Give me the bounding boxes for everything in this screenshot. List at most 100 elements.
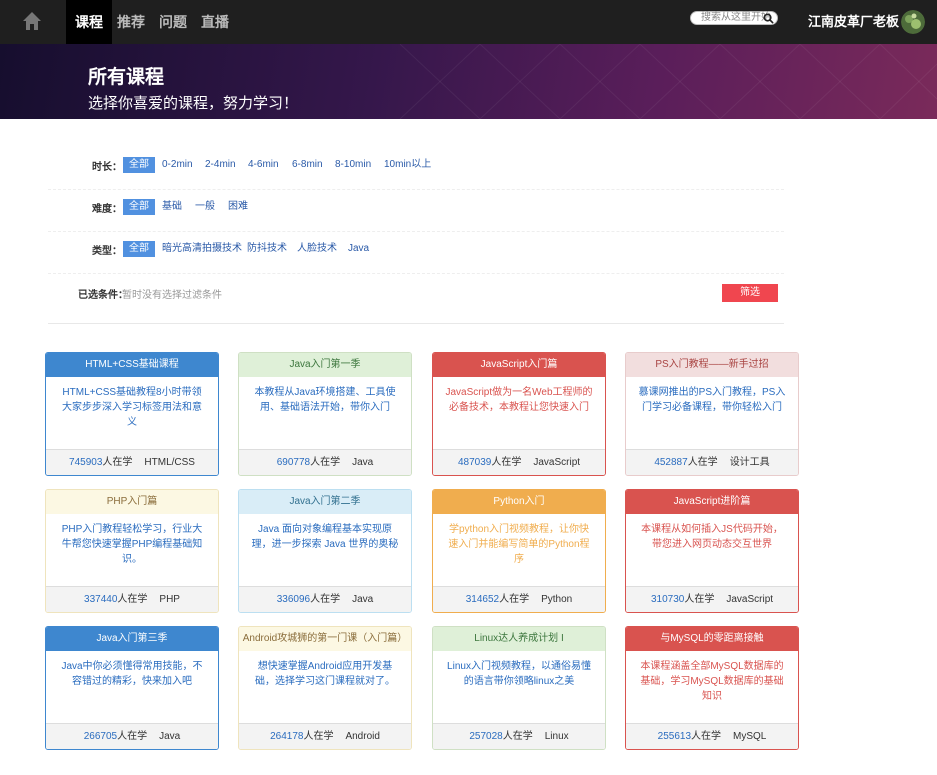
course-tag[interactable]: 设计工具 xyxy=(730,457,770,468)
course-footer: 266705人在学 Java xyxy=(46,723,218,749)
filter-option[interactable]: 人脸技术 xyxy=(293,241,341,257)
filter-option[interactable]: 全部 xyxy=(123,157,155,173)
course-description: 学python入门视频教程，让你快速入门并能编写简单的Python程序 xyxy=(448,524,590,565)
course-tag[interactable]: PHP xyxy=(159,594,180,605)
course-card[interactable]: Python入门学python入门视频教程，让你快速入门并能编写简单的Pytho… xyxy=(432,489,606,613)
home-icon[interactable] xyxy=(22,10,42,32)
course-description: Java 面向对象编程基本实现原理，进一步探索 Java 世界的奥秘 xyxy=(251,524,399,550)
filter-option[interactable]: 困难 xyxy=(224,199,252,215)
course-title[interactable]: Android攻城狮的第一门课（入门篇） xyxy=(239,627,411,651)
selected-conditions-value: 暂时没有选择过滤条件 xyxy=(122,290,222,301)
search-input[interactable]: 搜索从这里开始 xyxy=(690,11,778,25)
course-description: Linux入门视频教程，以通俗易懂的语言带你领略linux之美 xyxy=(447,661,591,687)
course-card[interactable]: Linux达人养成计划 I Linux入门视频教程，以通俗易懂的语言带你领略lin… xyxy=(432,626,606,750)
nav-questions[interactable]: 问题 xyxy=(159,0,187,44)
search-icon[interactable] xyxy=(763,13,774,24)
filter-option[interactable]: Java xyxy=(344,241,373,257)
course-title[interactable]: PS入门教程——新手过招 xyxy=(626,353,798,377)
course-tag[interactable]: HTML/CSS xyxy=(144,457,195,468)
course-count: 690778 xyxy=(276,457,311,468)
course-count-unit: 人在学 xyxy=(102,457,133,468)
course-tag[interactable]: JavaScript xyxy=(726,594,773,605)
course-count: 255613 xyxy=(657,731,692,742)
filter-option[interactable]: 10min以上 xyxy=(380,157,435,173)
course-tag[interactable]: Java xyxy=(159,731,180,742)
page-subtitle: 选择你喜爱的课程，努力学习！ xyxy=(88,95,299,112)
filter-option[interactable]: 防抖技术 xyxy=(243,241,291,257)
course-count-unit: 人在学 xyxy=(691,731,722,742)
filter-duration: 时长： 全部 0-2min 2-4min 4-6min 6-8min 8-10m… xyxy=(48,148,784,190)
filter-option[interactable]: 一般 xyxy=(191,199,219,215)
course-title[interactable]: Java入门第三季 xyxy=(46,627,218,651)
course-footer: 255613人在学 MySQL xyxy=(626,723,798,749)
course-tag[interactable]: Python xyxy=(541,594,572,605)
course-footer: 310730人在学 JavaScript xyxy=(626,586,798,612)
course-card[interactable]: Android攻城狮的第一门课（入门篇） 想快速掌握Android应用开发基础，选… xyxy=(238,626,412,750)
course-title[interactable]: Python入门 xyxy=(433,490,605,514)
course-title[interactable]: Java入门第一季 xyxy=(239,353,411,377)
course-count: 314652 xyxy=(465,594,500,605)
course-count-unit: 人在学 xyxy=(684,594,715,605)
top-nav: 课程 推荐 问题 直播 搜索从这里开始 江南皮革厂老板 xyxy=(0,0,937,44)
nav-recommend[interactable]: 推荐 xyxy=(117,0,145,44)
filter-option[interactable]: 全部 xyxy=(123,199,155,215)
course-count: 310730 xyxy=(650,594,685,605)
course-card[interactable]: JavaScript进阶篇 本课程从如何插入JS代码开始，带您进入网页动态交互世界… xyxy=(625,489,799,613)
course-card[interactable]: Java入门第三季 Java中你必须懂得常用技能，不容错过的精彩，快来加入吧 266… xyxy=(45,626,219,750)
course-card[interactable]: PS入门教程——新手过招 慕课网推出的PS入门教程，PS入门学习必备课程，带你轻松… xyxy=(625,352,799,476)
course-card[interactable]: HTML+CSS基础课程 HTML+CSS基础教程8小时带领大家步步深入学习标签用… xyxy=(45,352,219,476)
course-tag[interactable]: Java xyxy=(352,594,373,605)
filter-option[interactable]: 4-6min xyxy=(244,157,283,173)
course-footer: 264178人在学 Android xyxy=(239,723,411,749)
filter-button[interactable]: 筛选 xyxy=(722,284,778,302)
filter-duration-label: 时长： xyxy=(92,162,122,173)
course-tag[interactable]: JavaScript xyxy=(533,457,580,468)
course-count-unit: 人在学 xyxy=(310,594,341,605)
filter-option[interactable]: 全部 xyxy=(123,241,155,257)
course-title[interactable]: JavaScript入门篇 xyxy=(433,353,605,377)
course-tag[interactable]: Android xyxy=(345,731,379,742)
avatar[interactable] xyxy=(901,10,925,34)
course-card[interactable]: JavaScript入门篇 JavaScript做为一名Web工程师的必备技术，本… xyxy=(432,352,606,476)
course-count-unit: 人在学 xyxy=(303,731,334,742)
nav-courses[interactable]: 课程 xyxy=(66,0,112,44)
course-tag[interactable]: MySQL xyxy=(733,731,766,742)
filter-type: 类型： 全部 暗光高清拍摄技术 防抖技术 人脸技术 Java xyxy=(48,232,784,274)
filter-option[interactable]: 暗光高清拍摄技术 xyxy=(158,241,246,257)
page-title: 所有课程 xyxy=(88,67,165,88)
course-title[interactable]: 与MySQL的零距离接触 xyxy=(626,627,798,651)
course-description: HTML+CSS基础教程8小时带领大家步步深入学习标签用法和意义 xyxy=(62,387,202,428)
username[interactable]: 江南皮革厂老板 xyxy=(808,0,899,44)
filter-option[interactable]: 8-10min xyxy=(331,157,375,173)
course-tag[interactable]: Linux xyxy=(545,731,569,742)
nav-live[interactable]: 直播 xyxy=(201,0,229,44)
filter-difficulty: 难度： 全部 基础 一般 困难 xyxy=(48,190,784,232)
filter-option[interactable]: 2-4min xyxy=(201,157,240,173)
course-card[interactable]: Java入门第二季 Java 面向对象编程基本实现原理，进一步探索 Java 世界… xyxy=(238,489,412,613)
course-title[interactable]: HTML+CSS基础课程 xyxy=(46,353,218,377)
course-count-unit: 人在学 xyxy=(310,457,341,468)
course-title[interactable]: Linux达人养成计划 I xyxy=(433,627,605,651)
course-title[interactable]: Java入门第二季 xyxy=(239,490,411,514)
course-card[interactable]: 与MySQL的零距离接触 本课程涵盖全部MySQL数据库的基础，学习MySQL数据… xyxy=(625,626,799,750)
course-count-unit: 人在学 xyxy=(491,457,522,468)
filter-difficulty-label: 难度： xyxy=(92,204,122,215)
course-count: 745903 xyxy=(69,457,103,468)
course-footer: 745903人在学 HTML/CSS xyxy=(46,449,218,475)
course-footer: 487039人在学 JavaScript xyxy=(433,449,605,475)
filter-option[interactable]: 基础 xyxy=(158,199,186,215)
course-tag[interactable]: Java xyxy=(352,457,373,468)
course-count: 487039 xyxy=(457,457,492,468)
course-count-unit: 人在学 xyxy=(117,594,148,605)
course-description: 本课程从如何插入JS代码开始，带您进入网页动态交互世界 xyxy=(641,524,783,550)
course-footer: 690778人在学 Java xyxy=(239,449,411,475)
course-title[interactable]: PHP入门篇 xyxy=(46,490,218,514)
filter-option[interactable]: 0-2min xyxy=(158,157,197,173)
filter-option[interactable]: 6-8min xyxy=(288,157,327,173)
course-count-unit: 人在学 xyxy=(687,457,718,468)
search-placeholder: 搜索从这里开始 xyxy=(701,12,771,23)
course-card[interactable]: PHP入门篇 PHP入门教程轻松学习，行业大牛帮您快速掌握PHP编程基础知识。 33… xyxy=(45,489,219,613)
course-title[interactable]: JavaScript进阶篇 xyxy=(626,490,798,514)
course-count-unit: 人在学 xyxy=(502,731,533,742)
course-card[interactable]: Java入门第一季 本教程从Java环境搭建、工具使用、基础语法开始，带你入门 69… xyxy=(238,352,412,476)
